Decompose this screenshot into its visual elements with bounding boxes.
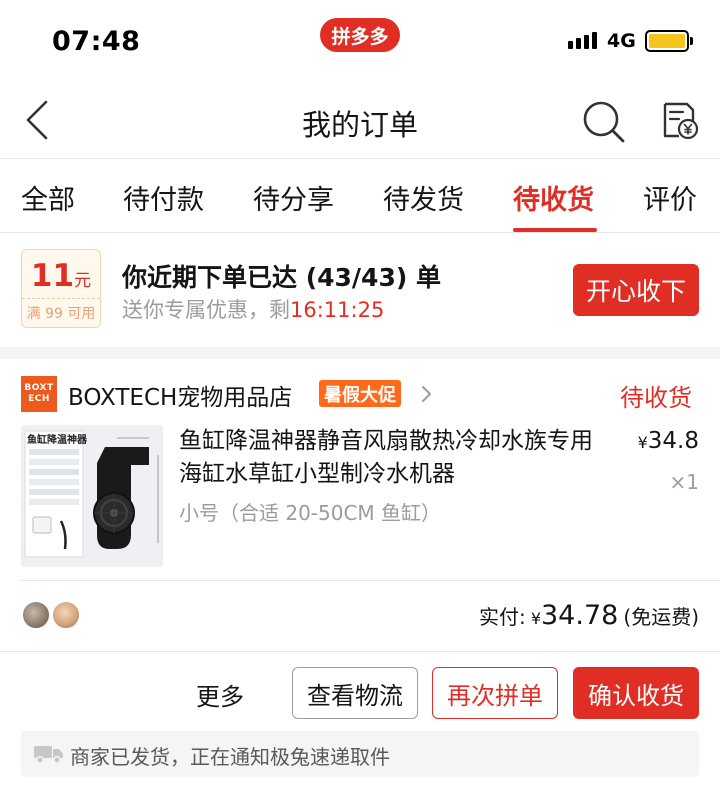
tab-pending-receipt[interactable]: 待收货 (513, 178, 594, 217)
divider (0, 651, 720, 652)
tab-pending-payment[interactable]: 待付款 (123, 178, 204, 217)
product-name[interactable]: 鱼缸降温神器静音风扇散热冷却水族专用海缸水草缸小型制冷水机器 (179, 425, 607, 491)
product-quantity: ×1 (669, 470, 699, 494)
battery-tip (690, 37, 693, 45)
order-status: 待收货 (620, 384, 692, 412)
search-button[interactable] (580, 98, 628, 146)
network-type: 4G (607, 30, 636, 52)
avatar (51, 600, 81, 630)
tab-pending-share[interactable]: 待分享 (253, 178, 334, 217)
tab-reviews[interactable]: 评价 (643, 178, 697, 217)
section-gap (0, 347, 720, 359)
battery-icon (645, 30, 689, 52)
signal-icon (568, 32, 597, 49)
tab-pending-shipment[interactable]: 待发货 (383, 178, 464, 217)
view-logistics-button[interactable]: 查看物流 (292, 667, 418, 719)
coupon-divider (22, 298, 100, 299)
divider (21, 580, 720, 581)
product-image[interactable]: 鱼缸降温神器 (21, 425, 163, 567)
promo-countdown: 16:11:25 (290, 298, 385, 322)
product-price: ¥34.8 (637, 428, 699, 454)
svg-text:鱼缸降温神器: 鱼缸降温神器 (27, 433, 88, 446)
search-icon (583, 101, 625, 143)
status-time: 07:48 (52, 26, 141, 57)
invoice-button[interactable] (657, 98, 701, 142)
invoice-icon (663, 102, 699, 140)
product-spec: 小号（合适 20-50CM 鱼缸） (179, 501, 442, 525)
tab-all[interactable]: 全部 (21, 178, 75, 217)
more-button[interactable]: 更多 (196, 677, 244, 712)
divider (0, 232, 720, 233)
divider (0, 158, 720, 159)
notice-text: 商家已发货，正在通知极兔速递取件 (70, 745, 390, 769)
truck-icon (34, 743, 64, 765)
promo-title: 你近期下单已达 (43/43) 单 (122, 263, 441, 292)
store-promo-badge: 暑假大促 (319, 380, 401, 407)
store-logo[interactable]: BOXT ECH (21, 376, 57, 412)
confirm-receipt-button[interactable]: 确认收货 (573, 667, 699, 719)
order-list-screen: 07:48 拼多多 4G 我的订单 全部 待付款 待分享 待发货 待收货 评价 … (0, 0, 720, 797)
promo-subtitle: 送你专属优惠，剩16:11:25 (122, 298, 385, 322)
coupon-card: 11元 满 99 可用 (21, 249, 101, 328)
avatar (21, 600, 51, 630)
shipping-notice[interactable]: 商家已发货，正在通知极兔速递取件 (21, 731, 699, 777)
buy-again-button[interactable]: 再次拼单 (432, 667, 558, 719)
coupon-condition: 满 99 可用 (26, 306, 96, 322)
chevron-right-icon[interactable] (420, 384, 434, 404)
coupon-amount: 11元 (30, 258, 92, 294)
accept-coupon-button[interactable]: 开心收下 (573, 264, 699, 316)
paid-amount: 实付: ¥34.78 (免运费) (478, 600, 699, 631)
store-name[interactable]: BOXTECH宠物用品店 (68, 378, 292, 412)
pinduoduo-badge: 拼多多 (320, 18, 400, 52)
order-tabs: 全部 待付款 待分享 待发货 待收货 评价 (0, 160, 720, 232)
